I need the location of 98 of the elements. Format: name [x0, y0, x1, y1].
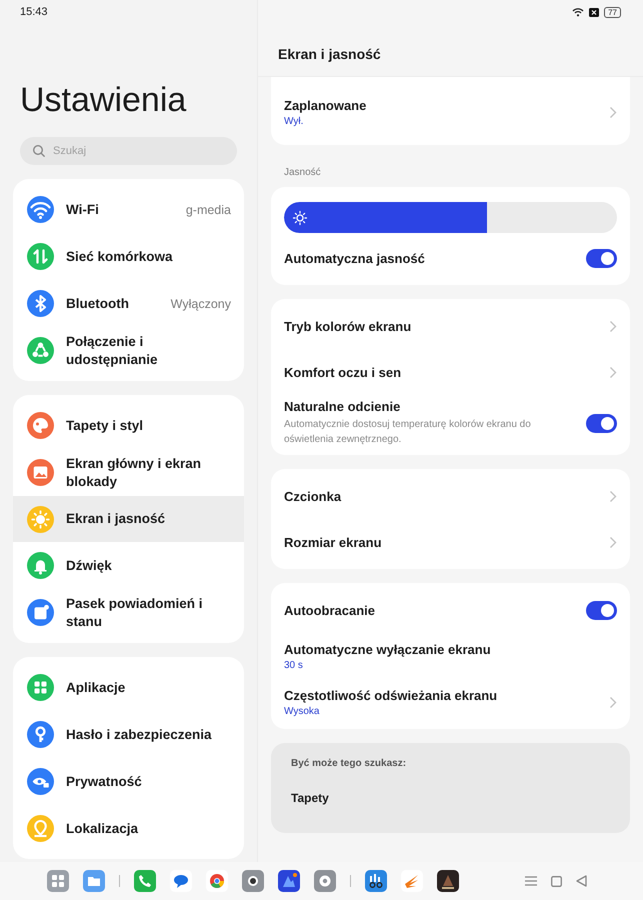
settings-item[interactable]: Prywatność: [13, 758, 244, 805]
item-label: Wi-Fi: [66, 200, 100, 218]
settings-item[interactable]: Ekran i jasność: [13, 496, 244, 542]
brightness-slider[interactable]: [284, 202, 617, 233]
app-grid-icon[interactable]: [47, 870, 69, 892]
chat-icon[interactable]: [170, 870, 192, 892]
item-label: Lokalizacja: [66, 820, 140, 838]
chevron-icon: [609, 106, 617, 118]
back-icon[interactable]: [576, 875, 587, 887]
battery-indicator: 77: [604, 6, 621, 18]
toggle-switch[interactable]: [586, 414, 617, 432]
wifi-icon: [572, 7, 584, 17]
wing-icon[interactable]: [401, 870, 423, 892]
settings-item[interactable]: Połączenie i udostępnianie: [13, 327, 244, 374]
settings-item[interactable]: Bluetooth Wyłączony: [13, 280, 244, 327]
chevron-icon: [609, 366, 617, 378]
settings-item[interactable]: Lokalizacja: [13, 805, 244, 852]
chevron-icon: [609, 490, 617, 502]
settings-row[interactable]: Automatyczna jasność: [284, 235, 617, 281]
toggle-switch[interactable]: [586, 248, 617, 268]
row-description: Automatycznie dostosuj temperaturę kolorów ekranu do oświetlenia zewnętrznego.: [284, 418, 532, 447]
row-value: Wysoka: [284, 706, 320, 716]
row-title: Komfort oczu i sen: [284, 364, 402, 380]
toggle-switch[interactable]: [586, 600, 617, 620]
bluetooth-icon: [27, 290, 54, 317]
palette-icon: [27, 412, 54, 439]
phone-icon[interactable]: [134, 870, 156, 892]
settings-item[interactable]: Ekran główny i ekran blokady: [13, 449, 244, 496]
suggestions-heading: Być może tego szukasz:: [291, 758, 408, 769]
game-icon[interactable]: [437, 870, 459, 892]
eye-lock-icon: [27, 768, 54, 795]
settings-item[interactable]: Wi-Fi g-media: [13, 186, 244, 233]
item-label: Aplikacje: [66, 678, 126, 696]
arrows-icon: [27, 243, 54, 270]
row-title: Czcionka: [284, 488, 342, 504]
row-title: Zaplanowane: [284, 98, 368, 112]
status-time: 15:43: [19, 6, 48, 18]
settings-row[interactable]: Tryb kolorów ekranu: [284, 303, 617, 349]
section-label: Jasność: [283, 166, 322, 180]
settings-item[interactable]: Aplikacje: [13, 664, 244, 711]
chevron-icon: [609, 536, 617, 548]
row-title: Automatyczne wyłączanie ekranu: [284, 642, 492, 656]
row-title: Częstotliwość odświeżania ekranu: [284, 688, 498, 702]
sim-off-icon: [589, 8, 600, 16]
item-value: Wyłączony: [170, 296, 232, 310]
settings-row[interactable]: Rozmiar ekranu: [284, 519, 617, 565]
item-label: Bluetooth: [66, 294, 130, 312]
sun-icon: [292, 210, 308, 226]
item-value: g-media: [186, 202, 232, 216]
item-label: Ekran i jasność: [66, 510, 166, 528]
chevron-icon: [609, 696, 617, 708]
home-icon[interactable]: [551, 876, 562, 886]
settings-row[interactable]: Automatyczne wyłączanie ekranu 30 s: [284, 633, 617, 679]
sun-icon: [27, 506, 54, 532]
settings-row[interactable]: Komfort oczu i sen: [284, 349, 617, 395]
wifi-icon: [27, 196, 54, 223]
item-label: Dźwięk: [66, 556, 113, 574]
chevron-icon: [609, 320, 617, 332]
settings-item[interactable]: Tapety i styl: [13, 402, 244, 449]
item-label: Połączenie i udostępnianie: [66, 332, 159, 368]
row-title: Naturalne odcienie: [284, 399, 402, 414]
item-label: Tapety i styl: [66, 416, 144, 434]
notification-icon: [27, 599, 54, 626]
row-title: Autoobracanie: [284, 602, 376, 618]
settings-item[interactable]: Pasek powiadomień i stanu: [13, 589, 244, 636]
settings-row[interactable]: Czcionka: [284, 473, 617, 519]
row-value: Wył.: [284, 116, 304, 126]
row-title: Automatyczna jasność: [284, 250, 426, 266]
item-label: Sieć komórkowa: [66, 248, 174, 266]
row-value: 30 s: [284, 660, 304, 670]
settings-item[interactable]: Sieć komórkowa: [13, 233, 244, 280]
share-icon: [27, 337, 54, 364]
gallery-icon[interactable]: [278, 870, 300, 892]
item-label: Pasek powiadomień i stanu: [66, 594, 204, 630]
grid-icon: [27, 674, 54, 701]
row-title: Tryb kolorów ekranu: [284, 318, 412, 334]
settings-row[interactable]: Naturalne odcienie Automatycznie dostosuj temperaturę kolorów ekranu do oświetlenia zewnętrznego.: [284, 395, 617, 451]
image-icon: [27, 459, 54, 486]
item-label: Prywatność: [66, 772, 143, 790]
suggestion-link[interactable]: Tapety: [291, 791, 610, 805]
settings-item[interactable]: Dźwięk: [13, 542, 244, 589]
key-icon: [27, 721, 54, 748]
settings-row[interactable]: Zaplanowane Wył.: [284, 89, 617, 135]
menu-icon[interactable]: [525, 876, 537, 886]
location-pin-icon: [27, 815, 54, 842]
browser-icon[interactable]: [206, 870, 228, 892]
glasses-icon[interactable]: [365, 870, 387, 892]
page-title: Ustawienia: [20, 80, 188, 120]
settings-row[interactable]: Autoobracanie: [284, 587, 617, 633]
item-label: Hasło i zabezpieczenia: [66, 726, 213, 744]
bell-icon: [27, 552, 54, 579]
item-label: Ekran główny i ekran blokady: [66, 454, 202, 490]
row-title: Rozmiar ekranu: [284, 534, 383, 550]
search-field[interactable]: Szukaj: [20, 137, 237, 165]
settings-row[interactable]: Częstotliwość odświeżania ekranu Wysoka: [284, 679, 617, 725]
settings-item[interactable]: Hasło i zabezpieczenia: [13, 711, 244, 758]
folder-icon[interactable]: [83, 870, 105, 892]
camera-icon[interactable]: [242, 870, 264, 892]
